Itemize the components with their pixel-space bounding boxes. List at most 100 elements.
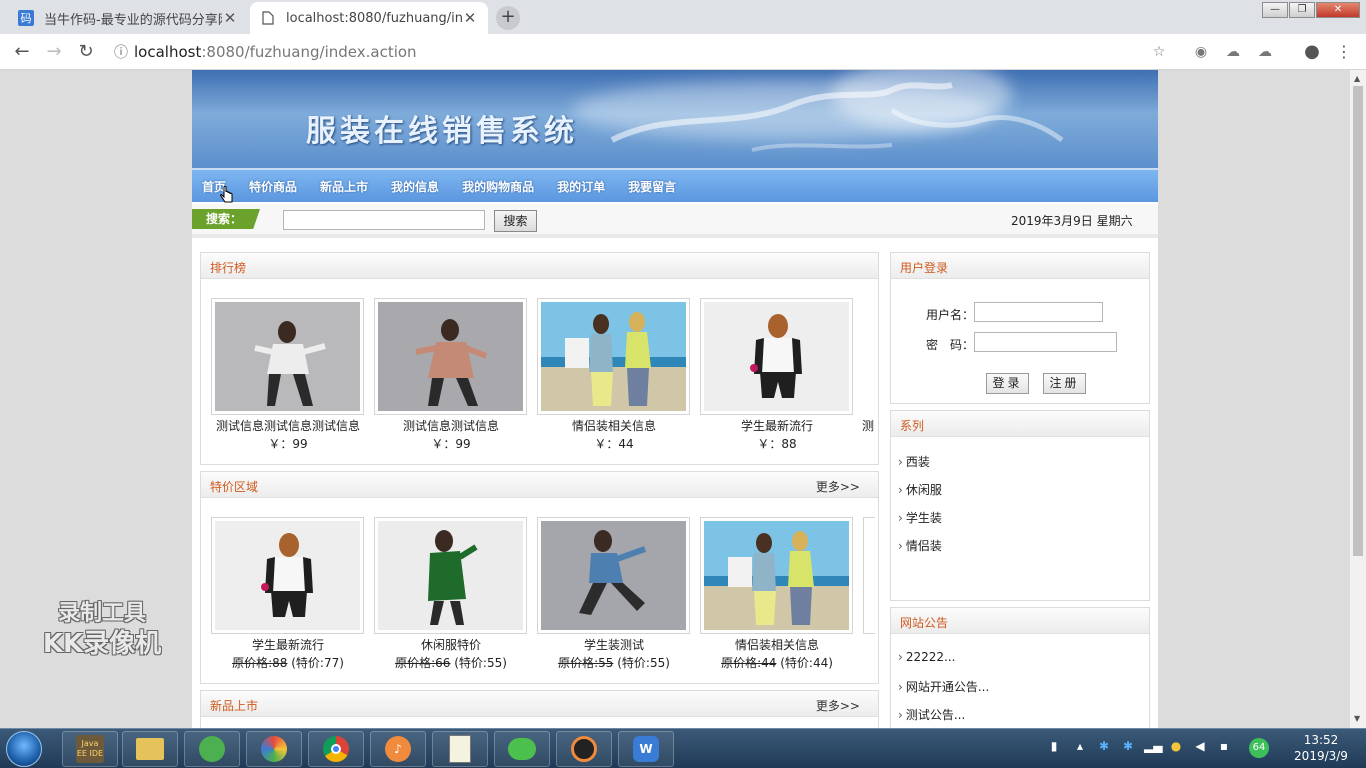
special-panel: 特价区域 更多>> 学生最新流行 原价格:88 (特价:77) 休闲服特价 原价…: [200, 471, 879, 684]
product-card[interactable]: 测试信息测试信息 ￥：99: [374, 298, 528, 452]
site-page: 服装在线销售系统 首页 特价商品 新品上市 我的信息 我的购物商品 我的订单 我…: [192, 70, 1158, 728]
bluetooth-icon[interactable]: ✱: [1096, 739, 1112, 757]
product-price: 原价格:44 (特价:44): [700, 654, 854, 671]
product-card[interactable]: 情侣装相关信息 ￥：44: [537, 298, 691, 452]
product-image[interactable]: [863, 517, 875, 634]
product-image[interactable]: [211, 298, 364, 415]
product-name[interactable]: 情侣装相关信息: [700, 636, 854, 653]
password-input[interactable]: [974, 332, 1117, 352]
series-item[interactable]: 西装: [898, 453, 942, 481]
more-link[interactable]: 更多>>: [816, 478, 860, 495]
username-input[interactable]: [974, 302, 1103, 322]
back-icon[interactable]: ←: [10, 40, 34, 64]
product-card[interactable]: 学生装测试 原价格:55 (特价:55): [537, 517, 691, 671]
product-image[interactable]: [211, 517, 364, 634]
extension-icon[interactable]: ☁: [1223, 42, 1243, 62]
battery-icon[interactable]: ▮: [1046, 739, 1062, 757]
product-image[interactable]: [700, 517, 853, 634]
address-bar[interactable]: ⓘ localhost :8080/fuzhuang/index.action: [108, 38, 1180, 66]
nav-my-info[interactable]: 我的信息: [391, 178, 439, 195]
product-card[interactable]: 情侣装相关信息 原价格:44 (特价:44): [700, 517, 854, 671]
product-name[interactable]: 学生装测试: [537, 636, 691, 653]
signal-icon[interactable]: ▂▄: [1144, 739, 1162, 757]
panel-title: 网站公告: [900, 616, 949, 630]
product-name[interactable]: 学生最新流行: [700, 417, 854, 434]
minimize-button[interactable]: —: [1262, 2, 1288, 18]
bookmark-star-icon[interactable]: ☆: [1149, 42, 1169, 62]
nav-special[interactable]: 特价商品: [249, 178, 297, 195]
system-clock[interactable]: 13:52 2019/3/9: [1284, 732, 1358, 764]
cloud-icon[interactable]: ☁: [1255, 42, 1275, 62]
search-button[interactable]: 搜索: [494, 210, 537, 232]
product-name[interactable]: 测: [862, 417, 874, 434]
notepad-app-icon[interactable]: [432, 731, 488, 767]
series-item[interactable]: 情侣装: [898, 537, 942, 565]
ninja-app-icon[interactable]: [556, 731, 612, 767]
register-button[interactable]: 注册: [1043, 373, 1086, 394]
product-card[interactable]: 测试信息测试信息测试信息 ￥：99: [211, 298, 365, 452]
speaker-app-icon[interactable]: ♪: [370, 731, 426, 767]
product-card[interactable]: 学生最新流行 原价格:88 (特价:77): [211, 517, 365, 671]
new-tab-button[interactable]: +: [496, 6, 520, 30]
product-image[interactable]: [537, 298, 690, 415]
green-app-icon[interactable]: [184, 731, 240, 767]
java-ee-ide-icon[interactable]: Java EE IDE: [62, 731, 118, 767]
info-icon[interactable]: ⓘ: [108, 42, 134, 62]
scroll-down-icon[interactable]: ▼: [1354, 714, 1360, 723]
nav-message[interactable]: 我要留言: [628, 178, 676, 195]
orig-price-label: 原价格:: [721, 656, 762, 670]
nav-new[interactable]: 新品上市: [320, 178, 368, 195]
forward-icon[interactable]: →: [42, 40, 66, 64]
volume-icon[interactable]: ◀: [1192, 739, 1208, 757]
close-icon[interactable]: ✕: [222, 9, 238, 27]
product-name[interactable]: 测试信息测试信息: [374, 417, 528, 434]
product-name[interactable]: 情侣装相关信息: [537, 417, 691, 434]
reload-icon[interactable]: ↻: [74, 40, 98, 64]
product-card[interactable]: 休闲服特价 原价格:66 (特价:55): [374, 517, 528, 671]
chrome-icon[interactable]: [308, 731, 364, 767]
wps-app-icon[interactable]: W: [618, 731, 674, 767]
product-image[interactable]: [537, 517, 690, 634]
menu-icon[interactable]: ⋮: [1334, 42, 1354, 62]
page-scrollbar[interactable]: ▲ ▼: [1350, 70, 1366, 728]
product-image[interactable]: [374, 517, 527, 634]
extension-icon[interactable]: ◉: [1191, 42, 1211, 62]
account-icon[interactable]: ●: [1302, 42, 1322, 62]
hand-cursor-icon: [220, 186, 233, 203]
restore-button[interactable]: ❐: [1289, 2, 1315, 18]
product-name[interactable]: 学生最新流行: [211, 636, 365, 653]
tray-app-icon[interactable]: ●: [1168, 739, 1184, 757]
show-hidden-icon[interactable]: ▴: [1072, 739, 1088, 757]
notice-item[interactable]: 网站开通公告...: [898, 678, 989, 706]
wechat-icon[interactable]: [494, 731, 550, 767]
product-card[interactable]: 学生最新流行 ￥：88: [700, 298, 854, 452]
product-name[interactable]: 测试信息测试信息测试信息: [211, 417, 365, 434]
product-image[interactable]: [374, 298, 527, 415]
login-panel: 用户登录 用户名： 密 码： 登录 注册: [890, 252, 1150, 404]
product-image[interactable]: [700, 298, 853, 415]
watermark-line: KK录像机: [42, 629, 162, 659]
input-icon[interactable]: ▪: [1216, 739, 1232, 757]
login-button[interactable]: 登录: [986, 373, 1029, 394]
more-link[interactable]: 更多>>: [816, 697, 860, 714]
scrollbar-thumb[interactable]: [1353, 86, 1363, 556]
nav-my-cart[interactable]: 我的购物商品: [462, 178, 534, 195]
browser-tab-2[interactable]: localhost:8080/fuzhuang/inde ✕: [250, 2, 488, 34]
close-window-button[interactable]: ✕: [1316, 2, 1360, 18]
pinwheel-app-icon[interactable]: [246, 731, 302, 767]
scroll-up-icon[interactable]: ▲: [1354, 74, 1360, 83]
close-icon[interactable]: ✕: [462, 9, 478, 27]
star-app-icon[interactable]: ✱: [1120, 739, 1136, 757]
series-item[interactable]: 休闲服: [898, 481, 942, 509]
product-name[interactable]: 休闲服特价: [374, 636, 528, 653]
file-explorer-icon[interactable]: [122, 731, 178, 767]
notice-item[interactable]: 22222...: [898, 650, 989, 678]
search-input[interactable]: [283, 210, 485, 230]
notice-item[interactable]: 测试公告...: [898, 706, 989, 728]
series-item[interactable]: 学生装: [898, 509, 942, 537]
tray-badge[interactable]: 64: [1249, 738, 1269, 758]
nav-my-orders[interactable]: 我的订单: [557, 178, 605, 195]
special-price: (特价:77): [291, 656, 344, 670]
browser-tab-1[interactable]: 码 当牛作码-最专业的源代码分享网 ✕: [8, 2, 248, 34]
start-button[interactable]: [6, 731, 42, 767]
